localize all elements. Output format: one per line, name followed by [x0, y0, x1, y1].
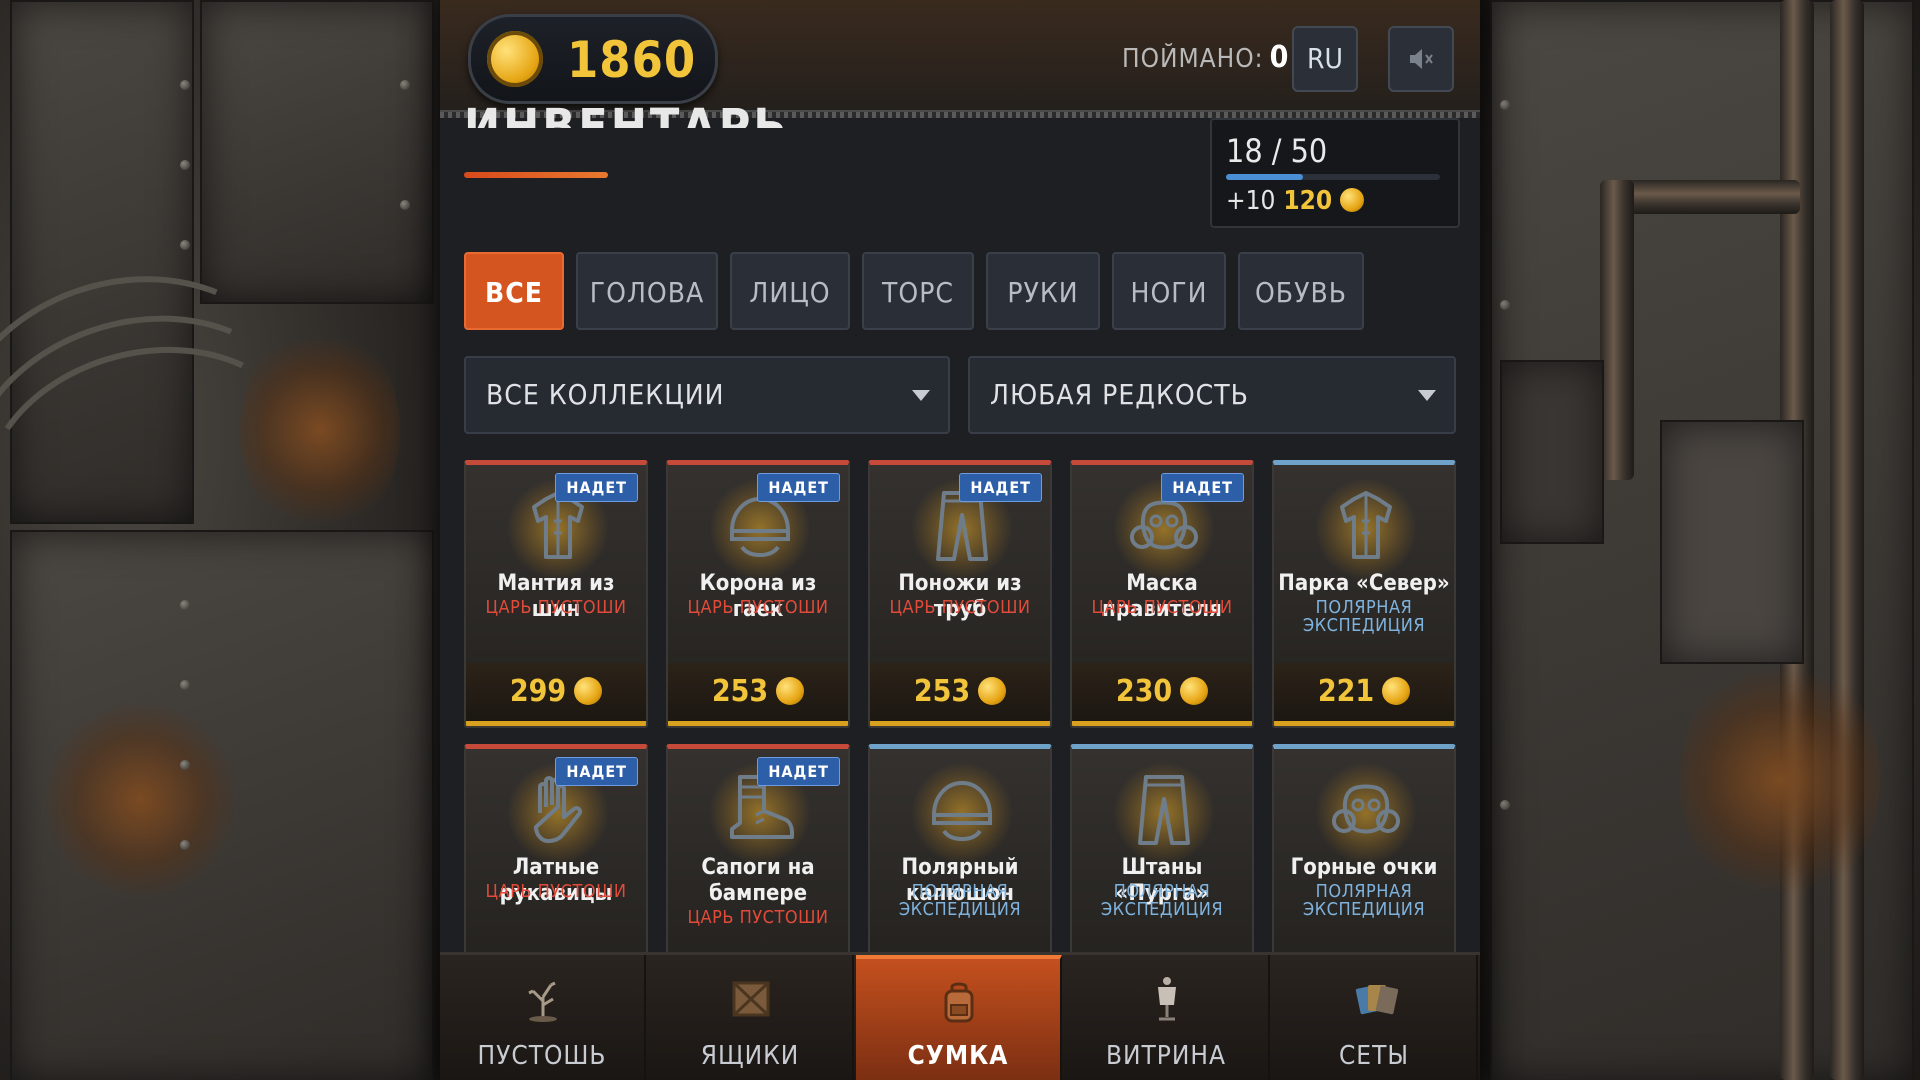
caught-value: 0 — [1269, 40, 1290, 75]
gasmask-icon — [1332, 784, 1400, 834]
collection-filter-value: ВСЕ КОЛЛЕКЦИИ — [486, 378, 725, 411]
equipped-badge: НАДЕТ — [555, 757, 638, 786]
jacket-icon — [1340, 491, 1392, 559]
item-price: 299 — [466, 663, 646, 726]
item-card[interactable]: НАДЕТ Поножи из труб ЦАРЬ ПУСТОШИ 253 — [868, 460, 1052, 728]
coin-icon — [487, 31, 543, 87]
item-price-value: 299 — [509, 674, 567, 709]
caught-label: ПОЙМАНО: — [1122, 44, 1264, 74]
capacity-box: 18 / 50 +10 120 — [1210, 118, 1460, 228]
crate-icon — [732, 981, 770, 1017]
item-collection: ПОЛЯРНАЯ ЭКСПЕДИЦИЯ — [1100, 881, 1224, 920]
rarity-filter-value: ЛЮБАЯ РЕДКОСТЬ — [990, 378, 1249, 411]
nav-item-crates[interactable]: ЯЩИКИ — [648, 955, 854, 1080]
item-card[interactable]: Полярный капюшон ПОЛЯРНАЯ ЭКСПЕДИЦИЯ — [868, 744, 1052, 976]
item-price-value: 253 — [913, 674, 971, 709]
capacity-reward: +10 120 — [1226, 186, 1365, 216]
inventory-panel: 1860 ПОЙМАНО: 0 RU ИНВЕНТАРЬ 18 / 50 +10 1… — [440, 0, 1480, 1080]
coin-icon — [574, 677, 603, 705]
coin-amount: 1860 — [567, 31, 697, 89]
coin-icon — [1180, 677, 1209, 705]
item-collection: ЦАРЬ ПУСТОШИ — [687, 907, 829, 928]
chevron-down-icon — [1418, 390, 1436, 401]
collection-filter-select[interactable]: ВСЕ КОЛЛЕКЦИИ — [464, 356, 950, 434]
item-card[interactable]: НАДЕТ Маска правителя ЦАРЬ ПУСТОШИ 230 — [1070, 460, 1254, 728]
item-collection: ПОЛЯРНАЯ ЭКСПЕДИЦИЯ — [898, 881, 1022, 920]
capacity-count: 18 / 50 — [1226, 132, 1328, 170]
page-title: ИНВЕНТАРЬ — [464, 99, 790, 128]
capacity-bar — [1226, 174, 1440, 180]
item-collection: ПОЛЯРНАЯ ЭКСПЕДИЦИЯ — [1302, 881, 1426, 920]
item-card[interactable]: Парка «Север» ПОЛЯРНАЯ ЭКСПЕДИЦИЯ 221 — [1272, 460, 1456, 728]
coin-icon — [1382, 677, 1411, 705]
item-collection: ЦАРЬ ПУСТОШИ — [687, 597, 829, 618]
coin-icon — [776, 677, 805, 705]
reward-value: 120 — [1283, 186, 1333, 216]
equipped-badge: НАДЕТ — [757, 757, 840, 786]
tab-head[interactable]: ГОЛОВА — [576, 252, 718, 330]
item-card[interactable]: Штаны «Пурга» ПОЛЯРНАЯ ЭКСПЕДИЦИЯ — [1070, 744, 1254, 976]
item-price: 230 — [1072, 663, 1252, 726]
nav-item-showcase[interactable]: ВИТРИНА — [1064, 955, 1270, 1080]
nav-item-label: СУМКА — [907, 1041, 1009, 1071]
equipped-badge: НАДЕТ — [555, 473, 638, 502]
item-collection: ЦАРЬ ПУСТОШИ — [889, 597, 1031, 618]
nav-item-label: ЯЩИКИ — [700, 1041, 800, 1071]
coin-icon — [978, 677, 1007, 705]
item-name: Сапоги на бампере — [701, 855, 815, 906]
nav-item-label: ВИТРИНА — [1105, 1041, 1226, 1071]
item-price-value: 253 — [711, 674, 769, 709]
tab-face[interactable]: ЛИЦО — [730, 252, 850, 330]
item-collection: ЦАРЬ ПУСТОШИ — [1091, 597, 1233, 618]
equipped-badge: НАДЕТ — [757, 473, 840, 502]
tab-torso[interactable]: ТОРС — [862, 252, 974, 330]
rarity-filter-select[interactable]: ЛЮБАЯ РЕДКОСТЬ — [968, 356, 1456, 434]
item-name: Горные очки — [1290, 855, 1438, 880]
item-name: Парка «Север» — [1278, 571, 1450, 596]
equipped-badge: НАДЕТ — [959, 473, 1042, 502]
tab-hands[interactable]: РУКИ — [986, 252, 1100, 330]
item-card[interactable]: НАДЕТ Мантия из шин ЦАРЬ ПУСТОШИ 299 — [464, 460, 648, 728]
caught-counter: ПОЙМАНО: 0 — [1122, 40, 1289, 75]
tab-shoes[interactable]: ОБУВЬ — [1238, 252, 1364, 330]
coin-icon — [1340, 188, 1365, 212]
item-card[interactable]: НАДЕТ Сапоги на бампере ЦАРЬ ПУСТОШИ — [666, 744, 850, 976]
chevron-down-icon — [912, 390, 930, 401]
item-price: 221 — [1274, 663, 1454, 726]
sound-toggle-button[interactable] — [1388, 26, 1454, 92]
item-price: 253 — [870, 663, 1050, 726]
background-right-wall — [1480, 0, 1920, 1080]
tab-legs[interactable]: НОГИ — [1112, 252, 1226, 330]
background-left-wall — [0, 0, 440, 1080]
item-price: 253 — [668, 663, 848, 726]
nav-item-bag[interactable]: СУМКА — [856, 955, 1062, 1080]
nav-item-label: ПУСТОШЬ — [477, 1041, 607, 1071]
item-collection: ЦАРЬ ПУСТОШИ — [485, 597, 627, 618]
item-price-value: 221 — [1317, 674, 1375, 709]
nav-item-label: СЕТЫ — [1338, 1041, 1410, 1071]
capacity-bar-fill — [1226, 174, 1304, 180]
language-button[interactable]: RU — [1292, 26, 1358, 92]
item-price-value: 230 — [1115, 674, 1173, 709]
speaker-muted-icon — [1410, 49, 1433, 69]
nav-item-wasteland[interactable]: ПУСТОШЬ — [440, 955, 646, 1080]
equipped-badge: НАДЕТ — [1161, 473, 1244, 502]
title-underline — [464, 172, 608, 178]
backpack-icon — [944, 982, 974, 1023]
tab-all[interactable]: ВСЕ — [464, 252, 564, 330]
dead-tree-icon — [528, 981, 557, 1022]
reward-prefix: +10 — [1226, 186, 1276, 216]
mannequin-icon — [1158, 977, 1176, 1021]
item-collection: ПОЛЯРНАЯ ЭКСПЕДИЦИЯ — [1302, 597, 1426, 636]
item-card[interactable]: НАДЕТ Корона из гаек ЦАРЬ ПУСТОШИ 253 — [666, 460, 850, 728]
bottom-navigation: ПУСТОШЬ ЯЩИКИ СУМКА ВИТРИНА СЕТЫ — [440, 952, 1480, 1080]
pants-icon — [1138, 775, 1190, 845]
item-card[interactable]: Горные очки ПОЛЯРНАЯ ЭКСПЕДИЦИЯ — [1272, 744, 1456, 976]
nav-item-sets[interactable]: СЕТЫ — [1272, 955, 1478, 1080]
item-collection: ЦАРЬ ПУСТОШИ — [485, 881, 627, 902]
item-card[interactable]: НАДЕТ Латные рукавицы ЦАРЬ ПУСТОШИ — [464, 744, 648, 976]
helmet-icon — [932, 780, 992, 842]
cards-icon — [1355, 985, 1399, 1015]
